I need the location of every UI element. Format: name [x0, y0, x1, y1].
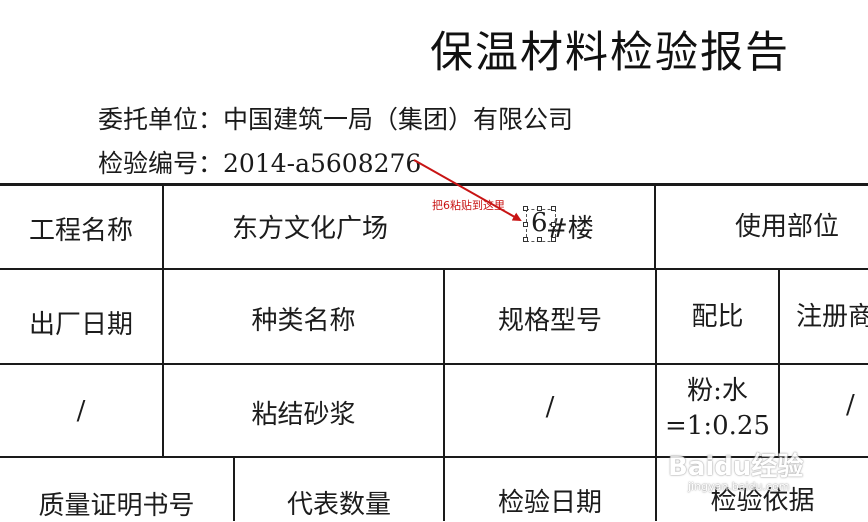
watermark-url: jingyan.baidu.com [688, 480, 790, 493]
annotation-label: 把6粘贴到这里 [432, 199, 505, 212]
watermark-brand: Baidu经验 [668, 452, 804, 482]
annotation-arrow [413, 159, 522, 221]
